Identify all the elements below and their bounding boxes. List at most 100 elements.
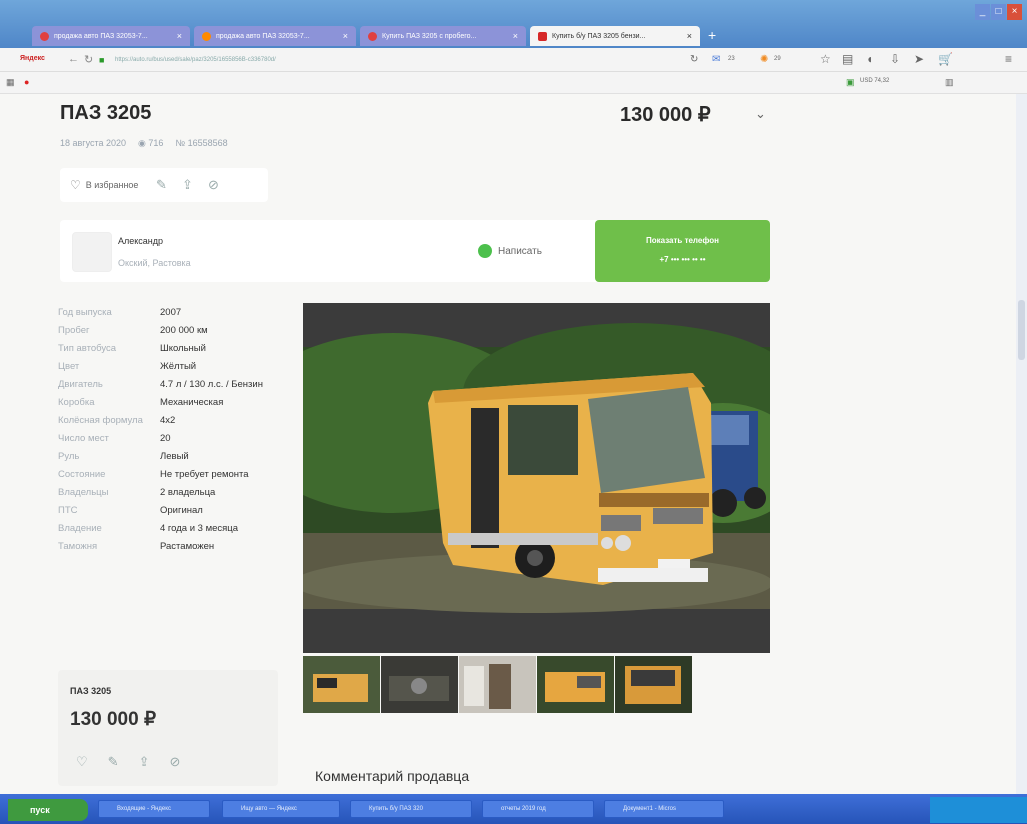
new-tab-button[interactable]: + <box>708 27 716 43</box>
spec-key: Владельцы <box>58 487 109 498</box>
thumbnail-image <box>303 656 380 713</box>
listing-meta: 18 августа 2020 ◉ 716 № 16558568 <box>60 138 228 149</box>
note-icon[interactable]: ✎ <box>148 177 174 193</box>
main-photo[interactable] <box>303 303 770 653</box>
start-button[interactable]: пуск <box>8 799 88 821</box>
spec-key: Двигатель <box>58 379 103 390</box>
spec-row: Двигатель 4.7 л / 130 л.с. / Бензин <box>58 378 288 391</box>
bookmarks-icon[interactable]: ▤ <box>842 52 853 66</box>
write-button[interactable]: Написать <box>478 244 542 258</box>
spec-value: 20 <box>160 433 171 444</box>
pocket-icon[interactable]: ◖ <box>866 52 873 66</box>
close-icon[interactable]: × <box>171 31 182 41</box>
thumbnail[interactable] <box>303 656 380 713</box>
write-label: Написать <box>498 245 542 257</box>
listing-title: ПАЗ 3205 <box>60 102 152 124</box>
taskbar-item[interactable]: Ищу авто — Яндекс <box>222 800 340 818</box>
back-icon[interactable]: ← <box>68 53 79 65</box>
listing-date: 18 августа 2020 <box>60 138 127 148</box>
listing-actions: ♡ В избранное ✎ ⇪ ⊘ <box>60 168 268 202</box>
taskbar-item[interactable]: Документ1 - Micros <box>604 800 724 818</box>
taskbar-item[interactable]: отчеты 2019 год <box>482 800 594 818</box>
spec-value: Не требует ремонта <box>160 469 249 480</box>
send-icon[interactable]: ➤ <box>914 52 924 66</box>
heart-icon[interactable]: ♡ <box>76 754 88 770</box>
download-icon[interactable]: ⇩ <box>890 52 900 66</box>
thumbnail-image <box>381 656 458 713</box>
close-icon[interactable]: × <box>507 31 518 41</box>
scrollbar-thumb[interactable] <box>1018 300 1025 360</box>
chart-icon[interactable]: ▥ <box>945 77 954 88</box>
browser-tab[interactable]: продажа авто ПАЗ 32053-7... × <box>194 26 356 46</box>
show-phone-label: Показать телефон <box>646 236 719 245</box>
yandex-icon[interactable]: ● <box>24 77 29 87</box>
tab-favicon-icon <box>538 31 547 41</box>
thumbnail[interactable] <box>459 656 536 713</box>
url-field[interactable]: https://auto.ru/bus/used/sale/paz/3205/1… <box>115 54 675 67</box>
chat-icon <box>478 244 492 258</box>
minimize-icon[interactable]: _ <box>975 4 990 20</box>
spec-row: Владельцы 2 владельца <box>58 486 288 499</box>
thumbnail-image <box>537 656 614 713</box>
spec-value: 4.7 л / 130 л.с. / Бензин <box>160 379 263 390</box>
close-icon[interactable]: × <box>337 31 348 41</box>
browser-tab-bar: продажа авто ПАЗ 32053-7... × продажа ав… <box>0 0 1027 48</box>
browser-tab-active[interactable]: Купить б/у ПАЗ 3205 бензи... × <box>530 26 700 46</box>
scrollbar[interactable] <box>1016 94 1027 794</box>
star-icon[interactable]: ☆ <box>820 52 831 66</box>
tab-label: продажа авто ПАЗ 32053-7... <box>54 32 148 40</box>
tab-favicon-icon <box>40 31 49 41</box>
reload-icon[interactable]: ↻ <box>690 54 698 65</box>
spec-value: Жёлтый <box>160 361 197 372</box>
avatar <box>72 232 112 272</box>
spec-row: Руль Левый <box>58 450 288 463</box>
share-icon[interactable]: ⇪ <box>139 754 150 770</box>
maximize-icon[interactable]: □ <box>991 4 1006 20</box>
sticky-actions: ♡ ✎ ⇪ ⊘ <box>76 754 180 770</box>
spec-row: Коробка Механическая <box>58 396 288 409</box>
thumbnail[interactable] <box>615 656 692 713</box>
spec-row: ПТС Оригинал <box>58 504 288 517</box>
chevron-down-icon[interactable]: ⌄ <box>755 106 766 122</box>
menu-icon[interactable]: ≡ <box>1005 52 1012 66</box>
views-count: ◉ 716 <box>138 138 163 149</box>
apps-icon[interactable]: ▦ <box>6 77 15 88</box>
block-icon[interactable]: ⊘ <box>169 754 180 770</box>
cart-icon[interactable]: 🛒 <box>938 52 953 66</box>
browser-tab[interactable]: Купить ПАЗ 3205 с пробего... × <box>360 26 526 46</box>
note-icon[interactable]: ✎ <box>108 754 119 770</box>
mail-count: 23 <box>728 56 735 62</box>
window-close-icon[interactable]: × <box>1007 4 1022 20</box>
thumbnail[interactable] <box>537 656 614 713</box>
seller-name[interactable]: Александр <box>118 236 163 246</box>
weather-icon[interactable]: ✺ <box>760 54 768 65</box>
spec-row: Год выпуска 2007 <box>58 306 288 319</box>
close-icon[interactable]: × <box>681 31 692 41</box>
spec-value: Механическая <box>160 397 224 408</box>
spec-row: Колёсная формула 4x2 <box>58 414 288 427</box>
refresh-icon[interactable]: ↻ <box>84 53 93 66</box>
block-icon[interactable]: ⊘ <box>200 177 226 193</box>
spec-key: Руль <box>58 451 80 462</box>
spec-row: Число мест 20 <box>58 432 288 445</box>
spec-key: ПТС <box>58 505 78 516</box>
spec-row: Цвет Жёлтый <box>58 360 288 373</box>
favorite-button[interactable]: ♡ В избранное <box>60 168 148 202</box>
sticky-price-card: ПАЗ 3205 130 000 ₽ ♡ ✎ ⇪ ⊘ <box>58 670 278 786</box>
mail-icon[interactable]: ✉ <box>712 54 720 65</box>
spec-key: Тип автобуса <box>58 343 117 354</box>
taskbar-item[interactable]: Купить б/у ПАЗ 320 <box>350 800 472 818</box>
address-bar-row: Яндекс ← ↻ ■ https://auto.ru/bus/used/sa… <box>0 48 1027 72</box>
thumbnail[interactable] <box>381 656 458 713</box>
browser-tab[interactable]: продажа авто ПАЗ 32053-7... × <box>32 26 190 46</box>
spec-row: Владение 4 года и 3 месяца <box>58 522 288 535</box>
taskbar-item[interactable]: Входящие - Яндекс <box>98 800 210 818</box>
tab-favicon-icon <box>368 31 377 41</box>
comment-heading: Комментарий продавца <box>315 768 470 784</box>
specs-table: Год выпуска 2007 Пробег 200 000 км Тип авт… <box>58 306 288 558</box>
spec-value: Левый <box>160 451 189 462</box>
browser-logo[interactable]: Яндекс <box>20 55 45 62</box>
share-icon[interactable]: ⇪ <box>174 177 200 193</box>
spec-value: 200 000 км <box>160 325 208 336</box>
show-phone-button[interactable]: Показать телефон +7 ••• ••• •• •• <box>595 220 770 282</box>
